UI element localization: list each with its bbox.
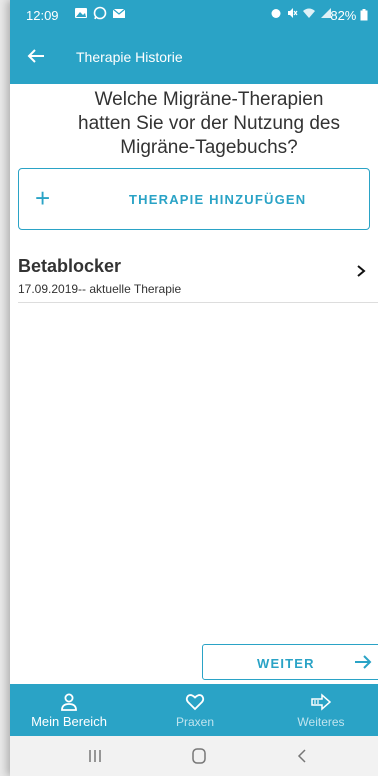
therapy-list-item[interactable]: Betablocker 17.09.2019-- aktuelle Therap… xyxy=(18,254,378,303)
nav-item-weiteres[interactable]: Weiteres xyxy=(266,684,376,736)
nav-label: Weiteres xyxy=(297,715,345,729)
page-title: Therapie Historie xyxy=(76,49,183,65)
bottom-navigation: Mein Bereich Praxen Weiteres xyxy=(10,684,378,736)
mute-icon xyxy=(288,8,298,18)
heart-icon xyxy=(185,694,205,711)
status-time: 12:09 xyxy=(26,8,59,23)
nav-label: Praxen xyxy=(175,715,215,729)
battery-icon xyxy=(360,9,368,21)
question-line: Migräne-Tagebuchs? xyxy=(120,137,298,158)
home-icon[interactable] xyxy=(190,748,208,764)
chevron-right-icon xyxy=(357,265,366,277)
weiter-label: WEITER xyxy=(257,656,315,671)
question-line: Welche Migräne-Therapien xyxy=(94,89,324,110)
battery-level: 82% xyxy=(330,8,368,23)
weiter-button[interactable]: WEITER xyxy=(202,644,378,680)
therapy-dates: 17.09.2019-- aktuelle Therapie xyxy=(18,282,182,296)
nav-label: Mein Bereich xyxy=(31,714,107,729)
back-icon[interactable] xyxy=(294,748,312,764)
status-bar: 12:09 82% xyxy=(10,0,378,30)
whatsapp-icon xyxy=(93,6,107,20)
mail-icon xyxy=(112,8,126,18)
nav-item-praxen[interactable]: Praxen xyxy=(140,684,250,736)
add-therapy-button[interactable]: + THERAPIE HINZUFÜGEN xyxy=(18,168,370,230)
person-icon xyxy=(61,693,77,711)
recent-apps-icon[interactable] xyxy=(86,748,104,764)
arrow-right-icon xyxy=(311,693,331,711)
therapy-name: Betablocker xyxy=(18,256,122,276)
alarm-icon xyxy=(271,9,281,18)
app-bar: Therapie Historie xyxy=(10,30,378,84)
system-navigation-bar xyxy=(10,736,378,776)
nav-item-mein-bereich[interactable]: Mein Bereich xyxy=(14,684,124,736)
image-icon xyxy=(75,8,87,18)
battery-percent: 82% xyxy=(330,8,357,23)
question-text: Welche Migräne-Therapien hatten Sie vor … xyxy=(40,88,378,160)
arrow-left-icon[interactable] xyxy=(24,44,48,68)
status-system-icons xyxy=(270,7,332,19)
status-notification-icons xyxy=(74,6,126,20)
question-line: hatten Sie vor der Nutzung des xyxy=(78,113,340,134)
phone-screen: 12:09 82% Therapie Historie Welche Migrä… xyxy=(10,0,378,776)
arrow-right-icon xyxy=(355,655,372,669)
wifi-icon xyxy=(303,8,315,18)
plus-icon: + xyxy=(35,183,51,213)
add-therapy-label: THERAPIE HINZUFÜGEN xyxy=(129,192,307,207)
